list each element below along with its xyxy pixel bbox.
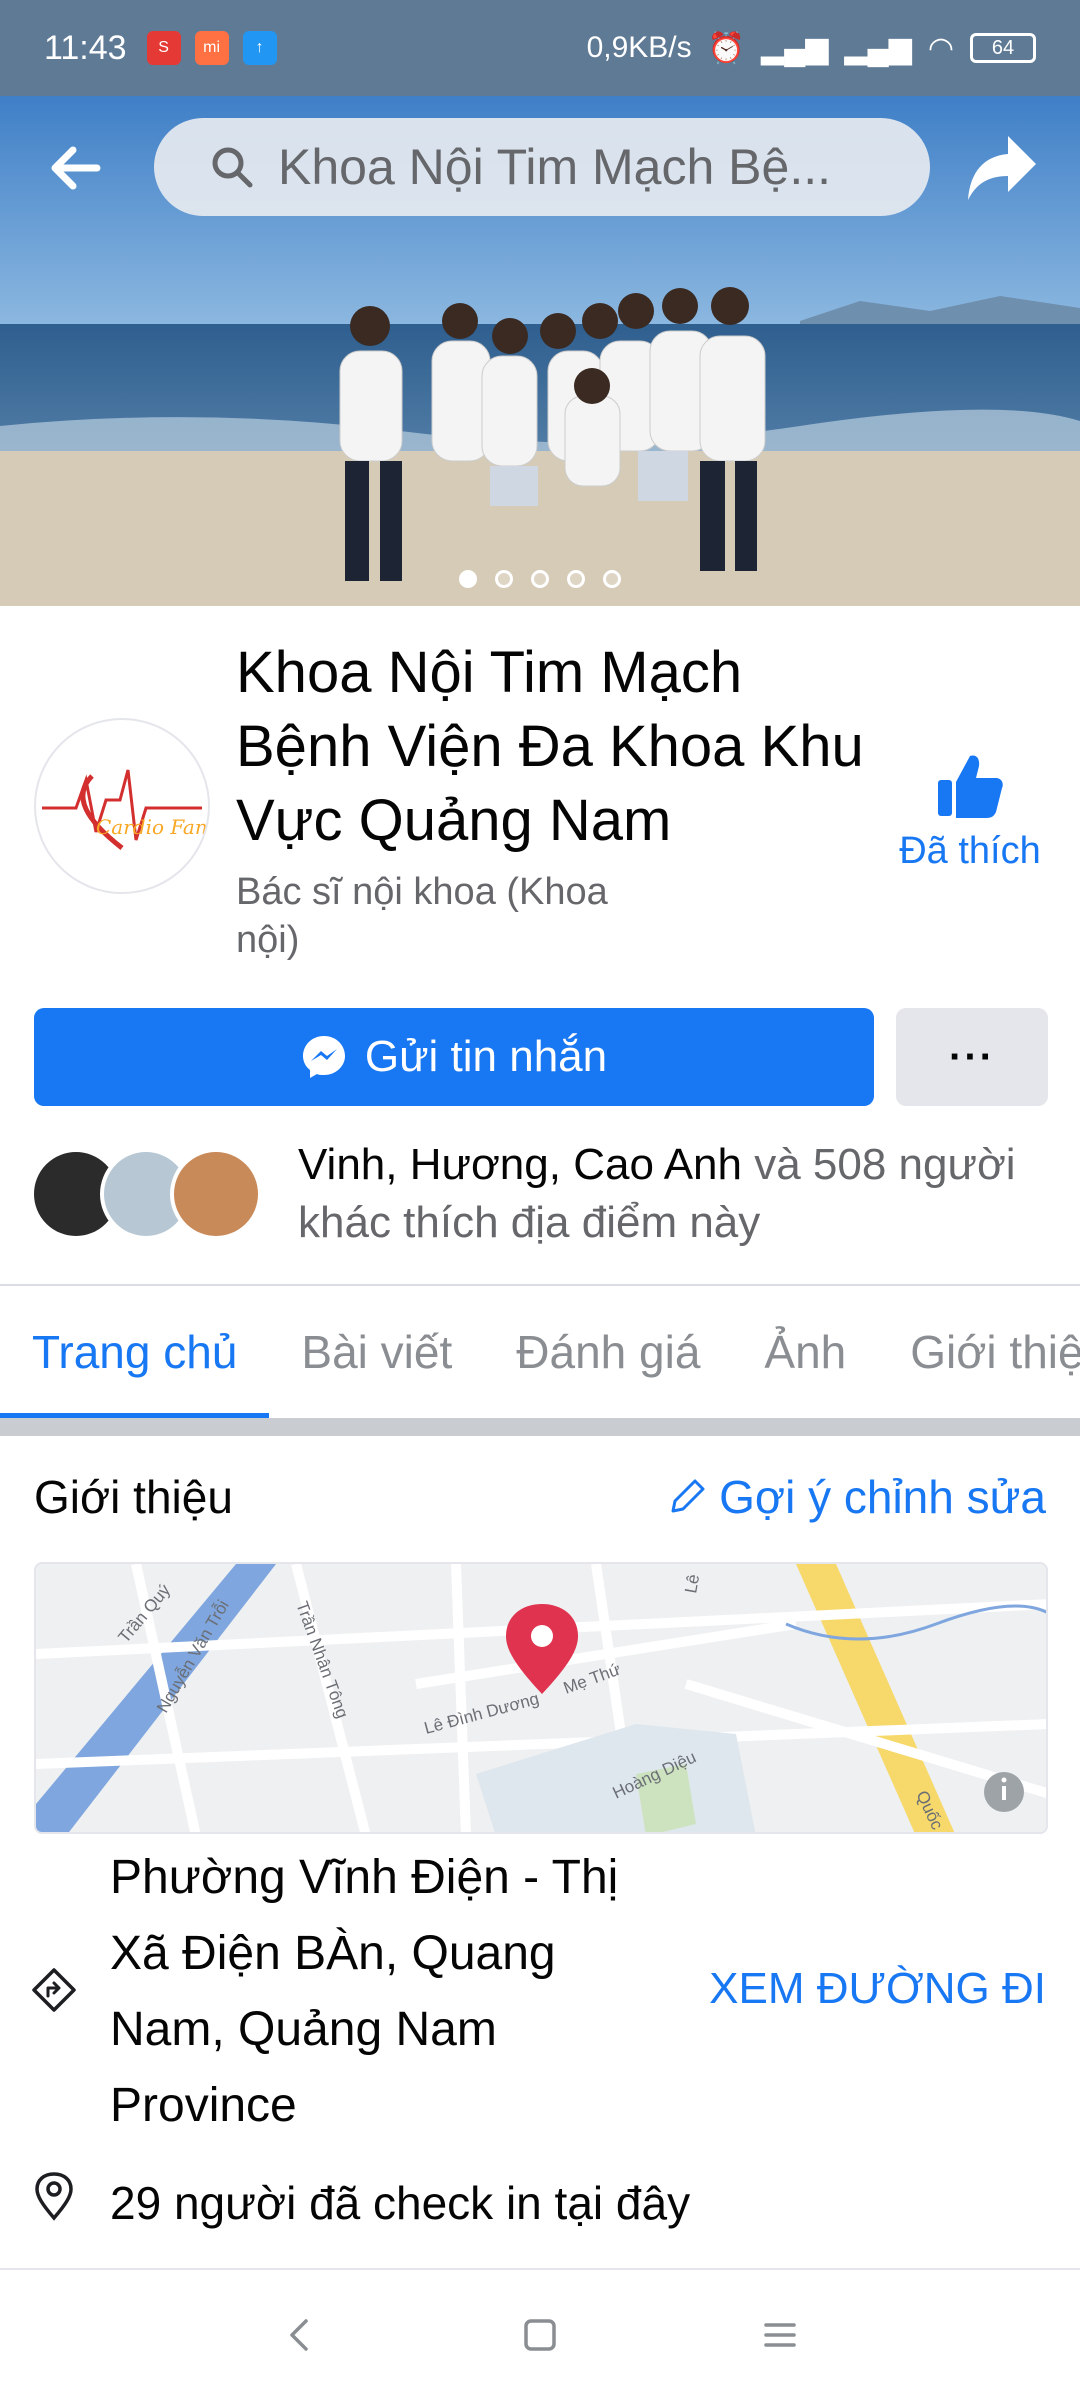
wifi-icon: ◠	[927, 31, 954, 65]
page-title: Khoa Nội Tim Mạch Bệnh Viện Đa Khoa Khu …	[236, 640, 864, 853]
liked-label: Đã thích	[899, 830, 1041, 872]
svg-text:Cardio Family: Cardio Family	[96, 815, 208, 839]
liker-names: Vinh, Hương, Cao Anh	[298, 1140, 742, 1189]
map-info-icon	[984, 1772, 1024, 1812]
friend-avatar	[170, 1148, 262, 1240]
map-label: Lê	[681, 1573, 703, 1595]
page-category: Bác sĩ nội khoa (Khoa nội)	[236, 871, 608, 961]
carousel-indicator	[0, 570, 1080, 588]
battery-icon: 64	[970, 33, 1036, 63]
checkin-count: 29 người đã check in tại đây	[110, 2177, 691, 2229]
battery-level: 64	[991, 36, 1015, 59]
signal-icon-2: ▂▄▆	[844, 31, 912, 65]
tab-posts[interactable]: Bài viết	[269, 1286, 484, 1418]
tab-reviews[interactable]: Đánh giá	[484, 1286, 732, 1418]
carousel-dot	[495, 570, 513, 588]
mi-app-icon: mi	[194, 31, 229, 65]
status-bar: 11:43 S mi ↑ 0,9KB/s ⏰ ▂▄▆ ▂▄▆ ◠ 64	[0, 0, 1080, 96]
directions-icon	[32, 1968, 76, 2012]
search-query: Khoa Nội Tim Mạch Bệ...	[278, 139, 832, 195]
page-tabs: Trang chủ Bài viết Đánh giá Ảnh Giới thi…	[0, 1286, 1080, 1418]
nav-menu-icon[interactable]	[760, 2315, 800, 2355]
address-text: Phường Vĩnh Điện - Thị Xã Điện BÀn, Quan…	[110, 1851, 619, 2132]
friend-avatars[interactable]	[30, 1148, 270, 1288]
shopee-app-icon: S	[146, 31, 181, 65]
top-bar: Khoa Nội Tim Mạch Bệ...	[0, 96, 1080, 240]
location-pin-icon	[35, 2172, 73, 2221]
nav-back-icon[interactable]	[280, 2315, 320, 2355]
thumbs-up-icon	[938, 755, 1003, 818]
suggest-edit-label: Gợi ý chỉnh sửa	[719, 1471, 1046, 1523]
send-message-button[interactable]: Gửi tin nhắn	[34, 1008, 874, 1106]
system-nav-bar	[0, 2268, 1080, 2400]
carousel-dot	[603, 570, 621, 588]
more-label: ···	[949, 1034, 995, 1079]
intro-title: Giới thiệu	[34, 1471, 233, 1523]
search-icon	[212, 147, 253, 188]
share-arrow-icon	[968, 136, 1036, 200]
liked-button[interactable]: Đã thích	[880, 750, 1060, 873]
carousel-dot	[567, 570, 585, 588]
cardio-family-logo: Cardio Family	[42, 769, 208, 850]
network-speed: 0,9KB/s	[586, 31, 692, 64]
back-button[interactable]	[44, 136, 108, 200]
send-message-label: Gửi tin nhắn	[364, 1032, 608, 1081]
nav-home-icon[interactable]	[520, 2315, 560, 2355]
get-directions-link[interactable]: XEM ĐƯỜNG ĐI	[709, 1964, 1046, 2014]
upload-app-icon: ↑	[242, 31, 277, 65]
back-arrow-icon	[51, 146, 101, 190]
page-avatar[interactable]: Cardio Family	[34, 718, 210, 894]
share-button[interactable]	[964, 132, 1040, 204]
status-time: 11:43	[44, 28, 127, 67]
tab-home[interactable]: Trang chủ	[0, 1286, 270, 1418]
alarm-icon: ⏰	[707, 31, 745, 65]
signal-icon: ▂▄▆	[761, 31, 829, 65]
more-options-button[interactable]: ···	[896, 1008, 1048, 1106]
tab-about[interactable]: Giới thiệu	[878, 1286, 1080, 1418]
messenger-icon	[302, 1036, 345, 1078]
location-map[interactable]: Trần Quý Nguyễn Văn Trỗi Trần Nhân Tông …	[34, 1562, 1048, 1834]
likes-summary[interactable]: Vinh, Hương, Cao Anh và 508 người khác t…	[298, 1136, 1058, 1252]
pencil-icon	[671, 1479, 705, 1513]
section-separator	[0, 1418, 1080, 1436]
carousel-dot	[531, 570, 549, 588]
search-box[interactable]: Khoa Nội Tim Mạch Bệ...	[154, 118, 930, 216]
suggest-edit-link[interactable]: Gợi ý chỉnh sửa	[667, 1470, 1046, 1524]
tab-photos[interactable]: Ảnh	[732, 1286, 878, 1418]
carousel-dot	[459, 570, 477, 588]
